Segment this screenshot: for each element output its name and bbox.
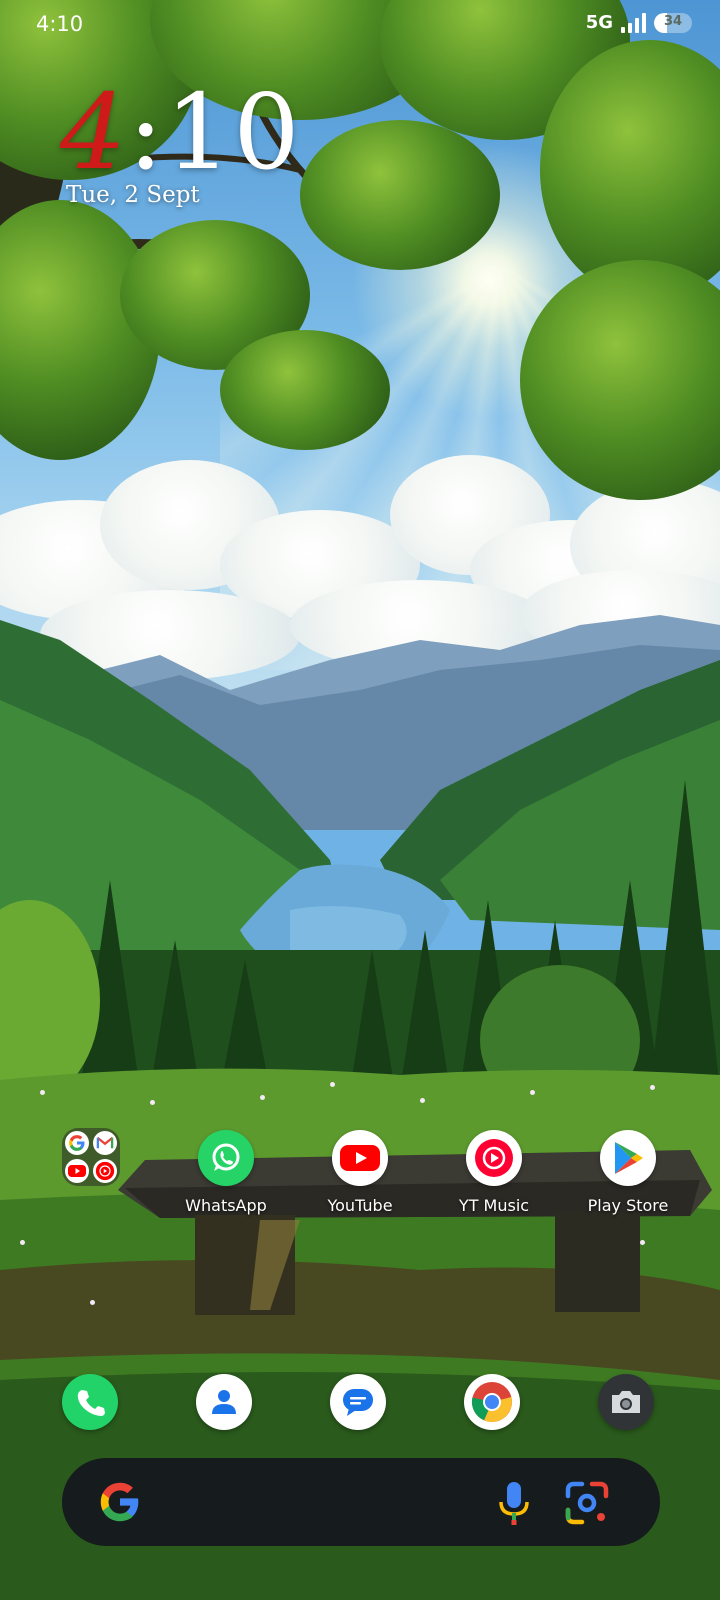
wallpaper-flower	[330, 1082, 335, 1087]
wallpaper-flower	[530, 1090, 535, 1095]
app-folder[interactable]	[62, 1128, 120, 1186]
play-store-icon	[600, 1130, 656, 1186]
wallpaper-flower	[40, 1090, 45, 1095]
app-yt-music[interactable]: YT Music	[430, 1130, 558, 1215]
app-label: Play Store	[587, 1196, 669, 1215]
google-g-icon[interactable]	[98, 1480, 142, 1524]
app-youtube[interactable]: YouTube	[296, 1130, 424, 1215]
home-screen: 4:10 5G 34 4:10 Tue, 2 Sept WhatsApp You…	[0, 0, 720, 1600]
battery-percent: 34	[663, 13, 683, 29]
wallpaper-flower	[260, 1095, 265, 1100]
google-lens-icon[interactable]	[564, 1480, 610, 1526]
wallpaper-flower	[420, 1098, 425, 1103]
signal-bars-icon	[621, 12, 646, 33]
battery-icon: 34	[654, 12, 692, 33]
messages-icon[interactable]	[330, 1374, 386, 1430]
status-icons: 5G 34	[586, 12, 692, 33]
wallpaper	[0, 0, 720, 1600]
network-type: 5G	[585, 12, 613, 33]
app-label: WhatsApp	[185, 1196, 267, 1215]
yt-music-icon	[466, 1130, 522, 1186]
clock-time-rest: :10	[128, 71, 302, 193]
chrome-icon[interactable]	[464, 1374, 520, 1430]
app-play-store[interactable]: Play Store	[564, 1130, 692, 1215]
wallpaper-flower	[150, 1100, 155, 1105]
app-whatsapp[interactable]: WhatsApp	[162, 1130, 290, 1215]
status-time: 4:10	[36, 12, 84, 36]
youtube-icon	[65, 1159, 89, 1183]
status-bar: 4:10 5G 34	[0, 0, 720, 52]
wallpaper-foliage	[220, 330, 390, 450]
wallpaper-flower	[650, 1085, 655, 1090]
clock-time: 4:10	[60, 72, 302, 192]
clock-widget[interactable]: 4:10 Tue, 2 Sept	[60, 72, 380, 232]
google-search-bar[interactable]	[62, 1458, 660, 1546]
phone-icon[interactable]	[62, 1374, 118, 1430]
app-label: YouTube	[327, 1196, 393, 1215]
wallpaper-flower	[90, 1300, 95, 1305]
youtube-icon	[332, 1130, 388, 1186]
google-g-icon	[65, 1131, 89, 1155]
app-label: YT Music	[458, 1196, 530, 1215]
contacts-icon[interactable]	[196, 1374, 252, 1430]
mic-icon[interactable]	[494, 1480, 534, 1526]
clock-hour-digit: 4	[60, 71, 129, 193]
yt-music-icon	[93, 1159, 117, 1183]
whatsapp-icon	[198, 1130, 254, 1186]
wallpaper-flower	[20, 1240, 25, 1245]
gmail-icon	[93, 1131, 117, 1155]
clock-date: Tue, 2 Sept	[66, 182, 200, 208]
camera-icon[interactable]	[598, 1374, 654, 1430]
wallpaper-flower	[640, 1240, 645, 1245]
